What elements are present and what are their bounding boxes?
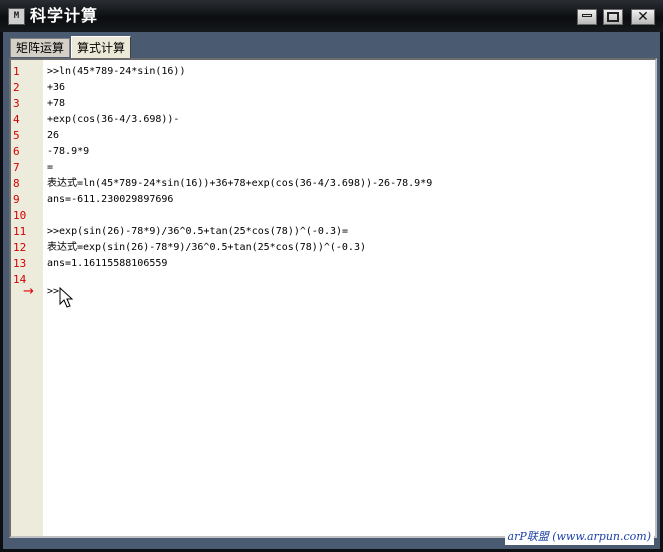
editor-line: 1 >>ln(45*789-24*sin(16)) bbox=[11, 64, 655, 80]
line-text: 表达式=ln(45*789-24*sin(16))+36+78+exp(cos(… bbox=[47, 178, 433, 189]
input-prompt-row[interactable]: → >> bbox=[11, 284, 655, 308]
close-icon: ✕ bbox=[637, 9, 649, 25]
minimize-button[interactable] bbox=[577, 9, 597, 25]
line-number: 1 bbox=[13, 65, 20, 78]
line-text: ans=1.16115588106559 bbox=[47, 258, 168, 269]
watermark-text: arP联盟 (www.arpun.com) bbox=[504, 527, 654, 545]
title-bar[interactable]: M 科学计算 ✕ bbox=[0, 0, 663, 32]
line-number: 9 bbox=[13, 193, 20, 206]
app-icon: M bbox=[8, 8, 25, 25]
line-text: +exp(cos(36-4/3.698))- bbox=[47, 114, 180, 125]
editor-lines: 1 >>ln(45*789-24*sin(16)) 2 +36 3 +78 4 +exp… bbox=[11, 64, 655, 288]
line-text: +78 bbox=[47, 98, 66, 109]
editor-line: 6 -78.9*9 bbox=[11, 144, 655, 160]
editor-line: 12 表达式=exp(sin(26)-78*9)/36^0.5+tan(25*co… bbox=[11, 240, 655, 256]
tab-matrix[interactable]: 矩阵运算 bbox=[10, 38, 71, 57]
line-text: = bbox=[47, 162, 54, 173]
command-prompt[interactable]: >> bbox=[47, 284, 59, 300]
line-number: 13 bbox=[13, 257, 27, 270]
editor-line: 9 ans=-611.230029897696 bbox=[11, 192, 655, 208]
line-number: 10 bbox=[13, 209, 27, 222]
line-number: 12 bbox=[13, 241, 27, 254]
expression-editor[interactable]: 1 >>ln(45*789-24*sin(16)) 2 +36 3 +78 4 +exp… bbox=[9, 58, 657, 538]
calculator-window: M 科学计算 ✕ 矩阵运算 算式计算 1 >>ln(45*789-24*sin(1… bbox=[0, 0, 663, 552]
window-title: 科学计算 bbox=[30, 6, 99, 25]
editor-line: 11 >>exp(sin(26)-78*9)/36^0.5+tan(25*cos(… bbox=[11, 224, 655, 240]
editor-line: 5 26 bbox=[11, 128, 655, 144]
line-number: 3 bbox=[13, 97, 20, 110]
line-number: 8 bbox=[13, 177, 20, 190]
editor-line: 13 ans=1.16115588106559 bbox=[11, 256, 655, 272]
line-number: 7 bbox=[13, 161, 20, 174]
editor-line: 8 表达式=ln(45*789-24*sin(16))+36+78+exp(cos… bbox=[11, 176, 655, 192]
maximize-button[interactable] bbox=[603, 9, 623, 25]
mouse-pointer-icon bbox=[59, 287, 73, 308]
current-line-arrow-icon: → bbox=[23, 284, 34, 299]
line-text: >>exp(sin(26)-78*9)/36^0.5+tan(25*cos(78… bbox=[47, 226, 349, 237]
line-text: 26 bbox=[47, 130, 60, 141]
editor-line: 10 bbox=[11, 208, 655, 224]
line-number: 6 bbox=[13, 145, 20, 158]
editor-line: 4 +exp(cos(36-4/3.698))- bbox=[11, 112, 655, 128]
line-text: ans=-611.230029897696 bbox=[47, 194, 174, 205]
editor-line: 7 = bbox=[11, 160, 655, 176]
line-text: 表达式=exp(sin(26)-78*9)/36^0.5+tan(25*cos(… bbox=[47, 242, 366, 253]
line-number: 2 bbox=[13, 81, 20, 94]
line-text: >>ln(45*789-24*sin(16)) bbox=[47, 66, 186, 77]
line-text: -78.9*9 bbox=[47, 146, 90, 157]
editor-line: 3 +78 bbox=[11, 96, 655, 112]
line-number: 5 bbox=[13, 129, 20, 142]
editor-line: 2 +36 bbox=[11, 80, 655, 96]
client-area: 矩阵运算 算式计算 1 >>ln(45*789-24*sin(16)) 2 +36 … bbox=[3, 32, 660, 549]
minimize-icon bbox=[582, 14, 592, 17]
line-number: 4 bbox=[13, 113, 20, 126]
close-button[interactable]: ✕ bbox=[631, 9, 655, 25]
line-text: +36 bbox=[47, 82, 66, 93]
tab-expression[interactable]: 算式计算 bbox=[71, 36, 132, 58]
maximize-icon bbox=[607, 12, 619, 22]
line-number: 11 bbox=[13, 225, 27, 238]
